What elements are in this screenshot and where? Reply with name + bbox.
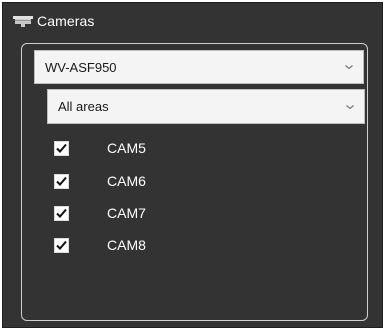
camera-item-cam5[interactable]: CAM5 [54,138,146,158]
checkbox[interactable] [54,140,69,156]
checkbox[interactable] [54,237,69,253]
chevron-down-icon [346,104,354,109]
camera-model-dropdown[interactable]: WV-ASF950 [34,50,364,84]
check-icon [56,208,67,218]
camera-model-value: WV-ASF950 [45,59,117,75]
camera-icon [13,16,33,27]
panel-title: Cameras [37,13,95,29]
checkbox[interactable] [54,173,69,189]
area-dropdown[interactable]: All areas [47,89,365,124]
camera-label: CAM5 [107,140,146,156]
checkbox[interactable] [54,205,69,221]
camera-item-cam8[interactable]: CAM8 [54,235,146,255]
camera-label: CAM8 [107,237,146,253]
check-icon [56,176,67,186]
camera-label: CAM6 [107,173,146,189]
area-value: All areas [58,99,109,114]
chevron-down-icon [345,65,353,70]
camera-item-cam7[interactable]: CAM7 [54,203,146,223]
panel-header: Cameras [11,9,95,33]
camera-label: CAM7 [107,205,146,221]
check-icon [56,143,67,153]
camera-item-cam6[interactable]: CAM6 [54,171,146,191]
check-icon [56,240,67,250]
